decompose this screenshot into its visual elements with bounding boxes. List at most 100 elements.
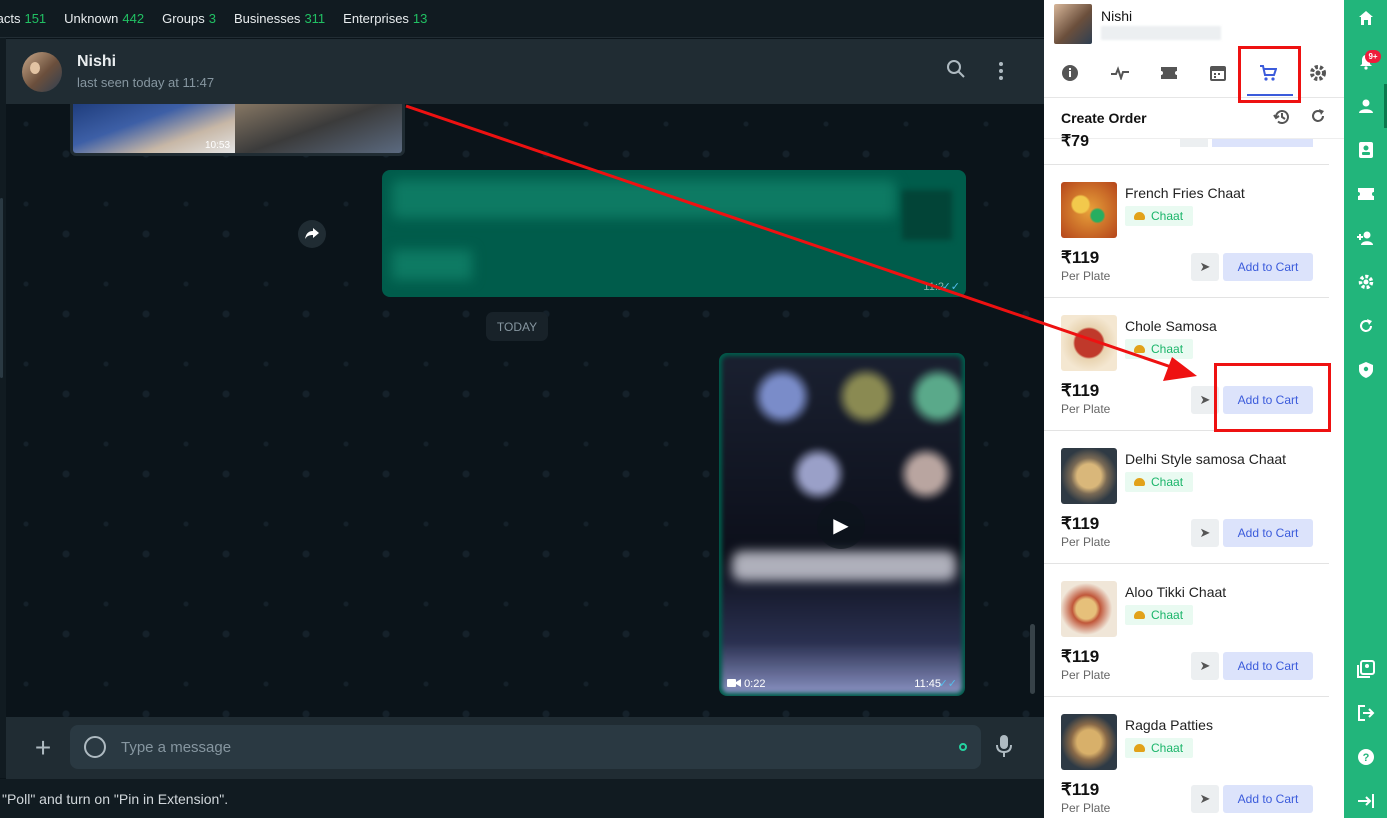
product-item: Aloo Tikki Chaat Chaat ₹119 Per Plate ➤ … — [1044, 564, 1329, 697]
attach-plus-icon[interactable]: + — [28, 732, 58, 764]
product-unit: Per Plate — [1061, 535, 1111, 549]
add-to-cart-button[interactable]: Add to Cart — [1223, 785, 1313, 813]
product-price: ₹119 — [1061, 248, 1100, 267]
collapse-icon[interactable] — [1344, 789, 1387, 813]
activity-icon[interactable] — [1109, 62, 1131, 84]
panel-contact-name: Nishi — [1101, 8, 1133, 24]
filter-unknown[interactable]: Unknown 442 — [64, 11, 144, 26]
send-button[interactable] — [1180, 139, 1208, 147]
category-tag: Chaat — [1125, 339, 1194, 359]
add-to-cart-button[interactable]: Add to Cart — [1223, 519, 1313, 547]
message-composer: + Type a message — [6, 717, 1044, 779]
send-icon[interactable]: ➤ — [1191, 253, 1219, 281]
chat-header[interactable]: Nishi last seen today at 11:47 — [6, 39, 1044, 104]
product-price: ₹119 — [1061, 381, 1100, 400]
message-input[interactable]: Type a message — [70, 725, 981, 769]
outgoing-message[interactable]: 11:2 ✓✓ — [382, 170, 966, 297]
filter-enterprises[interactable]: Enterprises 13 — [343, 11, 427, 26]
blurred-phone — [1101, 26, 1221, 40]
category-tag: Chaat — [1125, 472, 1194, 492]
filter-businesses[interactable]: Businesses 311 — [234, 11, 325, 26]
help-icon[interactable]: ? — [1344, 745, 1387, 769]
ticket-icon[interactable] — [1158, 62, 1180, 84]
date-divider: TODAY — [486, 312, 548, 341]
panel-contact-header: Nishi — [1044, 0, 1344, 48]
extension-panel: Nishi Create Order ₹79 French Fries Chaa… — [1044, 0, 1344, 818]
ticket-icon[interactable] — [1344, 182, 1387, 206]
product-price: ₹119 — [1061, 647, 1100, 666]
play-icon[interactable]: ▶ — [817, 501, 865, 549]
shield-icon[interactable] — [1344, 358, 1387, 382]
product-price: ₹119 — [1061, 514, 1100, 533]
blurred-text — [392, 250, 472, 280]
product-thumbnail — [1061, 581, 1117, 637]
contact-filter-bar: tacts151 Unknown442 Groups3 Businesses31… — [0, 0, 1044, 38]
category-tag: Chaat — [1125, 738, 1194, 758]
chat-name: Nishi — [77, 53, 117, 70]
product-name: Ragda Patties — [1125, 717, 1213, 733]
info-icon[interactable] — [1059, 62, 1081, 84]
search-icon[interactable] — [946, 59, 966, 85]
extension-status-icon[interactable] — [959, 743, 967, 751]
forward-icon[interactable] — [298, 220, 326, 248]
send-icon[interactable]: ➤ — [1191, 519, 1219, 547]
product-list[interactable]: ₹79 French Fries Chaat Chaat ₹119 Per Pl… — [1044, 133, 1344, 818]
sync-icon[interactable] — [1344, 314, 1387, 338]
menu-icon[interactable] — [998, 61, 1004, 87]
last-seen: last seen today at 11:47 — [77, 75, 215, 90]
image-message[interactable]: 10:53 — [70, 104, 405, 156]
chat-header-info[interactable]: Nishi last seen today at 11:47 — [62, 53, 214, 90]
chat-scrollbar[interactable] — [1030, 624, 1035, 694]
product-unit: Per Plate — [1061, 402, 1111, 416]
home-icon[interactable] — [1344, 6, 1387, 30]
highlight-cart-tab — [1238, 46, 1301, 103]
gallery-icon[interactable] — [1344, 657, 1387, 681]
avatar[interactable] — [22, 51, 62, 92]
send-icon[interactable]: ➤ — [1191, 652, 1219, 680]
add-to-cart-button[interactable]: Add to Cart — [1223, 253, 1313, 281]
refresh-icon[interactable] — [1310, 108, 1326, 129]
product-item: Delhi Style samosa Chaat Chaat ₹119 Per … — [1044, 431, 1329, 564]
product-unit: Per Plate — [1061, 668, 1111, 682]
add-to-cart-button[interactable]: Add to Cart — [1223, 652, 1313, 680]
settings-icon[interactable] — [1307, 62, 1329, 84]
image-thumbnail[interactable] — [235, 104, 402, 153]
logout-icon[interactable] — [1344, 701, 1387, 725]
send-icon[interactable]: ➤ — [1191, 785, 1219, 813]
product-name: French Fries Chaat — [1125, 185, 1245, 201]
product-name: Aloo Tikki Chaat — [1125, 584, 1227, 600]
message-time: 10:53 — [205, 140, 231, 151]
video-message[interactable]: ▶ 0:22 11:45 ✓✓ — [719, 353, 965, 696]
product-unit: Per Plate — [1061, 801, 1111, 815]
blurred-text — [392, 180, 896, 218]
category-tag: Chaat — [1125, 605, 1194, 625]
filter-contacts[interactable]: tacts151 — [0, 11, 46, 26]
panel-title: Create Order — [1061, 110, 1147, 126]
add-user-icon[interactable] — [1344, 226, 1387, 250]
mic-icon[interactable] — [996, 735, 1012, 763]
svg-text:?: ? — [1362, 752, 1369, 764]
product-thumbnail — [1061, 448, 1117, 504]
chat-messages[interactable]: 10:53 11:2 ✓✓ TODAY ▶ 0:22 11:45 ✓✓ — [6, 104, 1044, 717]
sticker-icon[interactable] — [84, 736, 106, 758]
chat-list-scrollbar[interactable] — [0, 198, 3, 378]
product-item: Ragda Patties Chaat ₹119 Per Plate ➤ Add… — [1044, 697, 1329, 818]
app-sidebar: 9+ ? — [1344, 0, 1387, 818]
add-to-cart-button[interactable] — [1212, 139, 1313, 147]
highlight-add-to-cart — [1214, 363, 1331, 432]
product-unit: Per Plate — [1061, 269, 1111, 283]
filter-groups[interactable]: Groups 3 — [162, 11, 216, 26]
notification-badge: 9+ — [1365, 50, 1381, 63]
video-camera-icon — [727, 679, 741, 687]
read-receipt-icon: ✓✓ — [941, 281, 960, 293]
user-icon[interactable] — [1344, 94, 1387, 118]
video-duration: 0:22 — [727, 678, 765, 690]
product-thumbnail — [1061, 315, 1117, 371]
calendar-icon[interactable] — [1207, 62, 1229, 84]
instruction-note: "Poll" and turn on "Pin in Extension". — [0, 779, 1044, 818]
category-tag: Chaat — [1125, 206, 1194, 226]
contacts-icon[interactable] — [1344, 138, 1387, 162]
product-name: Chole Samosa — [1125, 318, 1217, 334]
settings-icon[interactable] — [1344, 270, 1387, 294]
history-icon[interactable] — [1273, 108, 1291, 131]
